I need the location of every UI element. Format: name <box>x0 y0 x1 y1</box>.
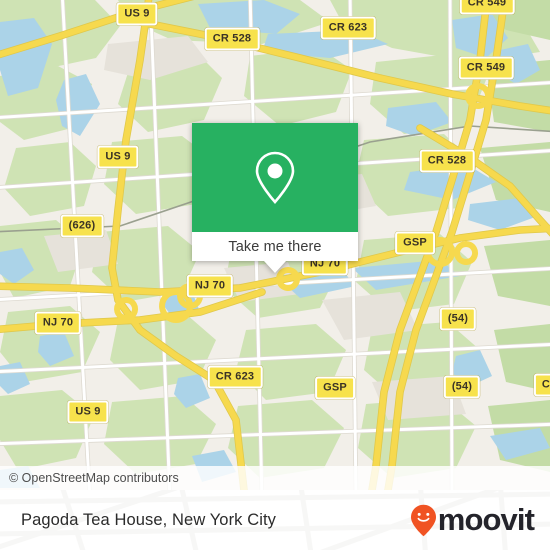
road-shield: US 9 <box>97 145 139 169</box>
location-popup-card[interactable]: Take me there <box>192 123 358 273</box>
popup-image-area <box>192 123 358 232</box>
attribution-text[interactable]: © OpenStreetMap contributors <box>0 471 179 485</box>
take-me-there-label: Take me there <box>228 238 322 255</box>
map-canvas[interactable]: .g { fill:#cfe3b4; } .g2 { fill:#c3dca6;… <box>0 0 550 490</box>
road-shield: CR 528 <box>419 149 475 173</box>
moovit-smile-pin-icon <box>410 504 436 536</box>
moovit-logo[interactable]: moovit <box>410 502 550 538</box>
road-shield: CR 549 <box>459 0 515 15</box>
road-shield: NJ 70 <box>34 311 82 335</box>
map-pin-icon <box>255 151 295 204</box>
road-shield: CR 623 <box>207 365 263 389</box>
road-shield: US 9 <box>67 400 109 424</box>
road-shield: GSP <box>315 376 355 400</box>
moovit-wordmark: moovit <box>437 502 535 537</box>
road-shield: CR 528 <box>204 27 260 51</box>
road-shield: US 9 <box>116 2 158 26</box>
road-shield: CR 623 <box>320 16 376 40</box>
map-page: .g { fill:#cfe3b4; } .g2 { fill:#c3dca6;… <box>0 0 550 550</box>
road-shield: GSP <box>395 231 435 255</box>
page-footer: Pagoda Tea House, New York City moovit <box>0 490 550 550</box>
road-shield: (54) <box>443 375 481 399</box>
page-title: Pagoda Tea House, New York City <box>21 510 277 529</box>
map-attribution-bar: © OpenStreetMap contributors <box>0 466 550 490</box>
popup-pointer-tail <box>264 261 286 273</box>
road-shield: (54) <box>439 307 477 331</box>
road-shield: (626) <box>60 214 104 238</box>
road-shield: C <box>533 373 550 397</box>
road-shield: CR 549 <box>458 56 514 80</box>
road-shield: NJ 70 <box>186 274 234 298</box>
take-me-there-button[interactable]: Take me there <box>192 232 358 261</box>
